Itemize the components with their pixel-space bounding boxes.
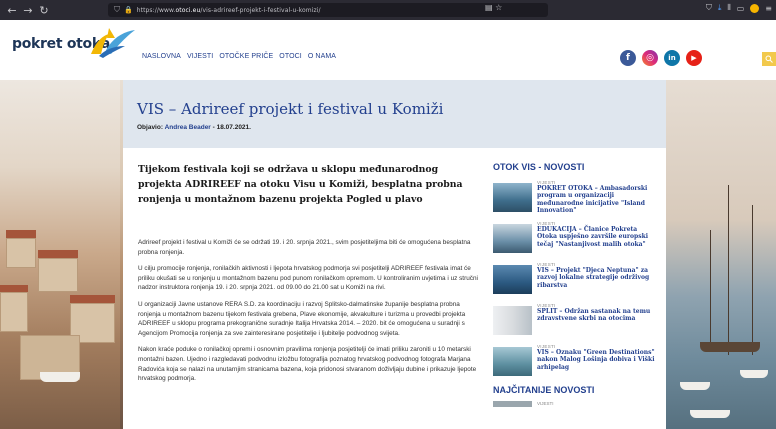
facebook-icon[interactable]: f	[620, 50, 636, 66]
article-paragraph: U organizaciji Javne ustanove RERA S.D. …	[138, 300, 466, 337]
sidebar-item[interactable]: VIJESTI EDUKACIJA – Članice Pokreta Otok…	[493, 221, 658, 255]
nav-naslovna[interactable]: NASLOVNA	[142, 53, 181, 60]
sidebar-thumbnail[interactable]	[493, 401, 532, 407]
extension-icon[interactable]	[750, 3, 760, 13]
sidebar-item[interactable]: VIJESTI VIS – Oznaku "Green Destinations…	[493, 344, 658, 378]
address-bar[interactable]: ⛉ 🔒 https://www.otoci.eu/vis-adrireef-pr…	[108, 3, 548, 17]
main-navigation: NASLOVNA VIJESTI OTOČKE PRIČE OTOCI O NA…	[142, 53, 336, 60]
sidebar-item-title[interactable]: VIS – Oznaku "Green Destinations" nakon …	[537, 349, 657, 371]
instagram-icon[interactable]: ◎	[642, 50, 658, 66]
sidebar-news: OTOK VIS - NOVOSTI VIJESTI POKRET OTOKA …	[493, 162, 658, 409]
search-button[interactable]	[762, 52, 776, 66]
shield-icon[interactable]: ⛉	[114, 5, 120, 15]
sidebar-item-title[interactable]: VIS – Projekt "Djeca Neptuna" za razvoj …	[537, 267, 657, 289]
forward-icon[interactable]: →	[20, 4, 36, 17]
article-paragraph: U cilju promocije ronjenja, ronilačkih a…	[138, 265, 478, 292]
lock-icon[interactable]: 🔒	[124, 6, 133, 14]
youtube-icon[interactable]: ▶	[686, 50, 702, 66]
author-link[interactable]: Andrea Beader	[165, 124, 211, 131]
linkedin-icon[interactable]: in	[664, 50, 680, 66]
article-paragraphs: Adrireef projekt i festival u Komiži će …	[138, 238, 478, 391]
nav-o-nama[interactable]: O NAMA	[308, 53, 336, 60]
sidebar-thumbnail[interactable]	[493, 183, 532, 212]
nav-otocke-price[interactable]: OTOČKE PRIČE	[219, 53, 273, 60]
search-icon	[765, 55, 773, 63]
site-logo[interactable]: pokret otoka	[12, 28, 135, 58]
sidebar-heading: OTOK VIS - NOVOSTI	[493, 162, 585, 172]
sidebar-heading-popular: NAJČITANIJE NOVOSTI	[493, 385, 595, 395]
sidebar-item-title[interactable]: POKRET OTOKA – Ambasadorski program u or…	[537, 185, 657, 215]
sidebar-item[interactable]: VIJESTI SPLIT – Održan sastanak na temu …	[493, 303, 658, 337]
url-text: https://www.otoci.eu/vis-adrireef-projek…	[136, 6, 321, 14]
browser-toolbar: ← → ↻ ⛉ 🔒 https://www.otoci.eu/vis-adrir…	[0, 0, 776, 20]
nav-otoci[interactable]: OTOCI	[279, 53, 302, 60]
sidebar-item-title[interactable]: EDUKACIJA – Članice Pokreta Otoka uspješ…	[537, 226, 657, 248]
sidebar-item-tag[interactable]: VIJESTI	[537, 401, 658, 406]
byline: Objavio: Andrea Beader - 18.07.2021.	[137, 124, 251, 131]
social-links: f ◎ in ▶	[620, 50, 702, 66]
back-icon[interactable]: ←	[4, 4, 20, 17]
article-body: Tijekom festivala koji se održava u sklo…	[123, 148, 666, 429]
article-lead: Tijekom festivala koji se održava u sklo…	[138, 164, 463, 205]
reader-view-icon[interactable]: ▤ ☆	[485, 3, 502, 12]
pocket-icon[interactable]: ⛉	[706, 3, 712, 13]
bird-logo-icon	[91, 28, 135, 58]
library-icon[interactable]: ⫴	[727, 3, 730, 13]
sidebar-item[interactable]: VIJESTI POKRET OTOKA – Ambasadorski prog…	[493, 180, 658, 214]
sidebar-icon[interactable]: ▭	[737, 4, 745, 13]
sidebar-thumbnail[interactable]	[493, 347, 532, 376]
sidebar-item-title[interactable]: SPLIT – Održan sastanak na temu zdravstv…	[537, 308, 657, 323]
sidebar-thumbnail[interactable]	[493, 306, 532, 335]
article-paragraph: Adrireef projekt i festival u Komiži će …	[138, 239, 471, 256]
reload-icon[interactable]: ↻	[36, 4, 52, 17]
sidebar-thumbnail[interactable]	[493, 265, 532, 294]
sidebar-thumbnail[interactable]	[493, 224, 532, 253]
menu-icon[interactable]: ≡	[765, 4, 772, 13]
download-icon[interactable]: ⤓	[718, 3, 722, 13]
article-title: VIS – Adrireef projekt i festival u Komi…	[137, 100, 444, 118]
article-header: VIS – Adrireef projekt i festival u Komi…	[123, 80, 666, 148]
site-header: pokret otoka NASLOVNA VIJESTI OTOČKE PRI…	[0, 20, 776, 80]
nav-vijesti[interactable]: VIJESTI	[187, 53, 213, 60]
sidebar-item[interactable]: VIJESTI VIS – Projekt "Djeca Neptuna" za…	[493, 262, 658, 296]
article-paragraph: Nakon kraće poduke o ronilačkoj opremi i…	[138, 346, 477, 383]
